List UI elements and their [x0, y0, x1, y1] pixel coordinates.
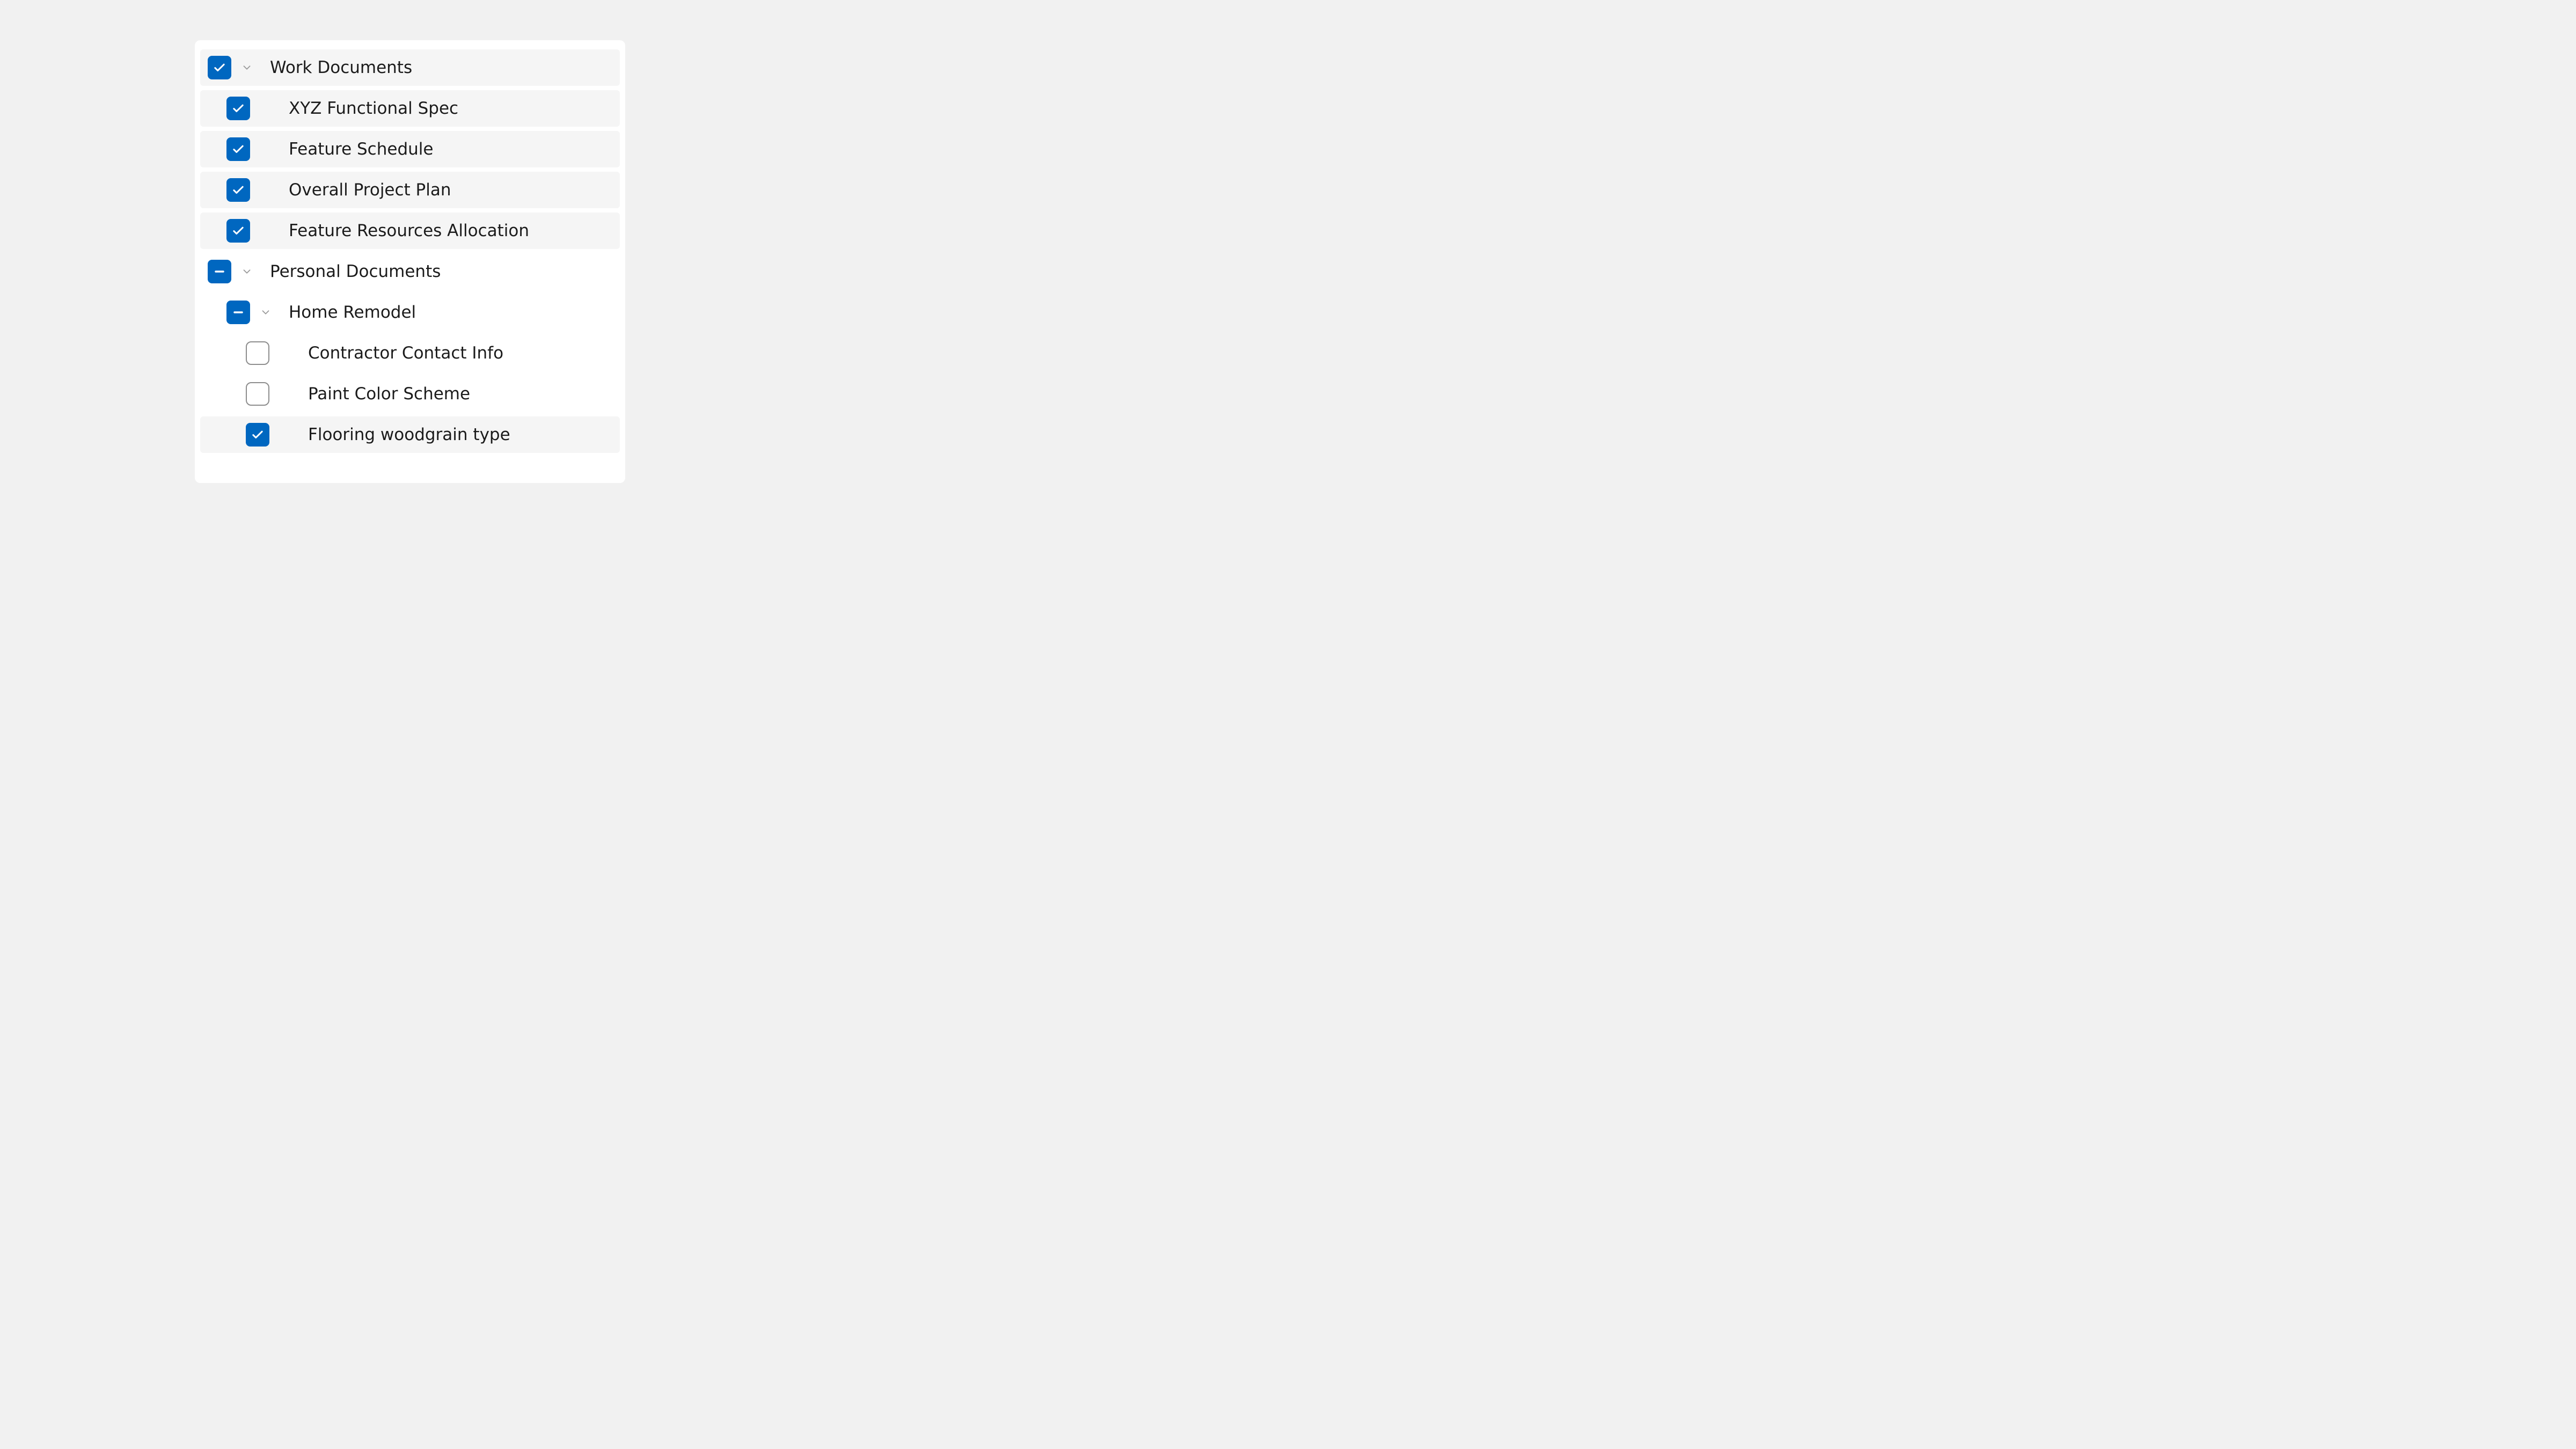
checkbox-contractor-contact-info[interactable] — [246, 341, 269, 365]
checkbox-xyz-functional-spec[interactable] — [226, 97, 250, 120]
tree-item-label: Work Documents — [270, 60, 412, 76]
indeterminate-icon — [231, 305, 246, 320]
tree-item-label: Contractor Contact Info — [308, 345, 503, 362]
indeterminate-icon — [212, 264, 227, 279]
chevron-down-icon[interactable] — [260, 306, 272, 318]
tree-panel: Work Documents XYZ Functional Spec Featu… — [195, 40, 625, 483]
check-icon — [231, 223, 246, 238]
tree-item-label: Feature Schedule — [289, 141, 433, 158]
tree-item-label: Feature Resources Allocation — [289, 223, 529, 239]
tree-item-work-documents[interactable]: Work Documents — [200, 49, 620, 86]
tree-item-xyz-functional-spec[interactable]: XYZ Functional Spec — [200, 90, 620, 127]
chevron-down-icon[interactable] — [241, 62, 253, 74]
tree-item-flooring-woodgrain-type[interactable]: Flooring woodgrain type — [200, 416, 620, 453]
tree-item-contractor-contact-info[interactable]: Contractor Contact Info — [200, 335, 620, 371]
chevron-down-icon[interactable] — [241, 266, 253, 277]
check-icon — [231, 182, 246, 197]
checkbox-flooring-woodgrain-type[interactable] — [246, 423, 269, 447]
tree-item-label: Overall Project Plan — [289, 182, 451, 199]
tree-item-feature-resources-allocation[interactable]: Feature Resources Allocation — [200, 213, 620, 249]
check-icon — [231, 101, 246, 116]
tree-item-label: Paint Color Scheme — [308, 386, 470, 402]
checkbox-work-documents[interactable] — [208, 56, 231, 79]
checkbox-overall-project-plan[interactable] — [226, 178, 250, 202]
checkbox-feature-schedule[interactable] — [226, 137, 250, 161]
tree-item-label: XYZ Functional Spec — [289, 100, 458, 117]
tree-item-label: Home Remodel — [289, 304, 416, 321]
tree-item-feature-schedule[interactable]: Feature Schedule — [200, 131, 620, 167]
tree-item-home-remodel[interactable]: Home Remodel — [200, 294, 620, 331]
tree-item-label: Flooring woodgrain type — [308, 427, 510, 443]
checkbox-feature-resources-allocation[interactable] — [226, 219, 250, 243]
tree-item-overall-project-plan[interactable]: Overall Project Plan — [200, 172, 620, 208]
checkbox-personal-documents[interactable] — [208, 260, 231, 283]
check-icon — [212, 60, 227, 75]
tree-item-label: Personal Documents — [270, 264, 441, 280]
tree-item-personal-documents[interactable]: Personal Documents — [200, 253, 620, 290]
tree-item-paint-color-scheme[interactable]: Paint Color Scheme — [200, 376, 620, 412]
checkbox-paint-color-scheme[interactable] — [246, 382, 269, 406]
checkbox-home-remodel[interactable] — [226, 301, 250, 324]
check-icon — [250, 427, 265, 442]
check-icon — [231, 142, 246, 157]
